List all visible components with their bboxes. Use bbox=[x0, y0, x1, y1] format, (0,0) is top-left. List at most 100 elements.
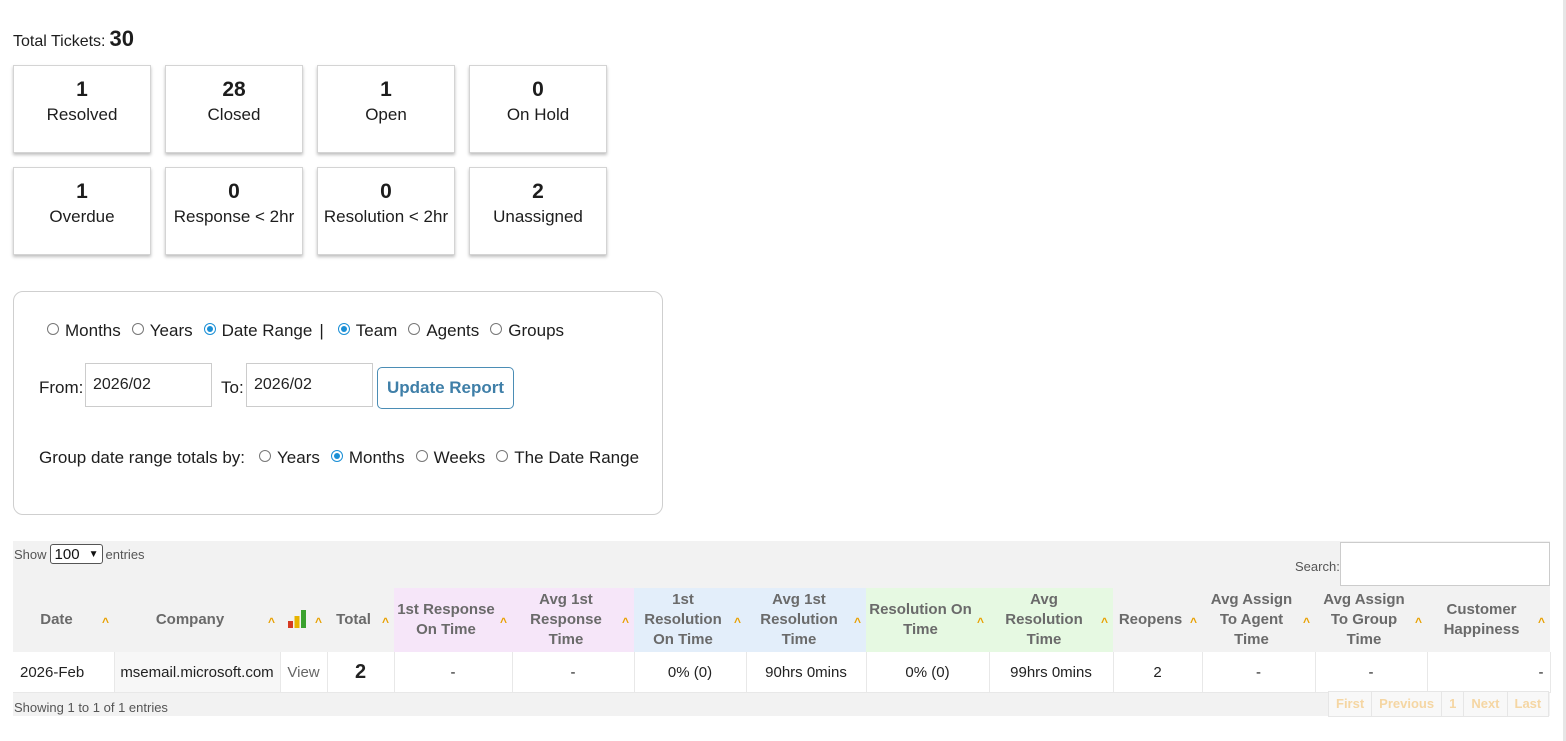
entries-select[interactable]: 100 ▼ bbox=[49, 544, 103, 564]
cell-total: 2 bbox=[327, 652, 395, 693]
cell-resolution-on-time: 0% (0) bbox=[866, 652, 990, 693]
period-option-date-range[interactable]: Date Range bbox=[203, 321, 312, 341]
sort-arrow-icon[interactable]: ^ bbox=[854, 612, 861, 632]
stat-card-response-under-2hr[interactable]: 0 Response < 2hr bbox=[165, 167, 303, 255]
separator: | bbox=[319, 321, 324, 340]
cell-avg-assign-to-agent-time: - bbox=[1202, 652, 1316, 693]
stat-label: Response < 2hr bbox=[173, 207, 295, 226]
sort-arrow-icon[interactable]: ^ bbox=[1415, 612, 1422, 632]
pagination-next[interactable]: Next bbox=[1464, 692, 1508, 716]
column-header-avg-assign-to-group-time[interactable]: Avg Assign To Group Time ^ bbox=[1315, 588, 1427, 652]
entries-label: entries bbox=[105, 546, 145, 562]
stat-value: 0 bbox=[380, 180, 392, 203]
cell-1st-resolution-on-time: 0% (0) bbox=[634, 652, 747, 693]
radio-icon[interactable] bbox=[408, 323, 421, 335]
group-option-weeks[interactable]: Weeks bbox=[415, 448, 485, 468]
sort-arrow-icon[interactable]: ^ bbox=[500, 612, 507, 632]
stat-card-open[interactable]: 1 Open bbox=[317, 65, 455, 153]
stat-card-resolved[interactable]: 1 Resolved bbox=[13, 65, 151, 153]
entries-length-control: Show 100 ▼ entries bbox=[14, 544, 145, 564]
from-label: From: bbox=[39, 378, 84, 397]
radio-checked-icon[interactable] bbox=[203, 323, 216, 335]
radio-checked-icon[interactable] bbox=[337, 323, 350, 335]
radio-icon[interactable] bbox=[415, 450, 428, 462]
sort-arrow-icon[interactable]: ^ bbox=[734, 612, 741, 632]
scope-option-groups[interactable]: Groups bbox=[490, 321, 564, 341]
sort-arrow-icon[interactable]: ^ bbox=[977, 612, 984, 632]
scope-option-team[interactable]: Team bbox=[337, 321, 397, 341]
column-header-reopens[interactable]: Reopens ^ bbox=[1113, 588, 1202, 652]
cell-avg-1st-resolution-time: 90hrs 0mins bbox=[746, 652, 867, 693]
sort-arrow-icon[interactable]: ^ bbox=[1190, 612, 1197, 632]
radio-icon[interactable] bbox=[259, 450, 272, 462]
from-date-input[interactable]: 2026/02 bbox=[85, 363, 212, 407]
radio-icon[interactable] bbox=[496, 450, 509, 462]
stat-label: Resolved bbox=[46, 105, 118, 124]
show-label: Show bbox=[14, 546, 47, 562]
column-header-avg-assign-to-agent-time[interactable]: Avg Assign To Agent Time ^ bbox=[1202, 588, 1315, 652]
group-by-row: Group date range totals by: Years Months… bbox=[39, 448, 650, 468]
total-tickets-label: Total Tickets: bbox=[13, 33, 106, 50]
radio-icon[interactable] bbox=[490, 323, 503, 335]
cell-avg-resolution-time: 99hrs 0mins bbox=[989, 652, 1114, 693]
group-option-months[interactable]: Months bbox=[330, 448, 405, 468]
group-option-date-range[interactable]: The Date Range bbox=[496, 448, 639, 468]
radio-icon[interactable] bbox=[47, 323, 59, 335]
scope-option-agents[interactable]: Agents bbox=[408, 321, 479, 341]
column-header-avg-1st-response-time[interactable]: Avg 1st Response Time ^ bbox=[512, 588, 634, 652]
radio-icon[interactable] bbox=[131, 323, 144, 335]
group-option-years[interactable]: Years bbox=[259, 448, 320, 468]
cell-date: 2026-Feb bbox=[13, 652, 115, 693]
stat-card-on-hold[interactable]: 0 On Hold bbox=[469, 65, 607, 153]
table-info: Showing 1 to 1 of 1 entries bbox=[14, 700, 168, 715]
column-header-company[interactable]: Company ^ bbox=[114, 588, 280, 652]
pagination-last[interactable]: Last bbox=[1508, 692, 1549, 716]
pagination-page-1[interactable]: 1 bbox=[1442, 692, 1465, 716]
total-tickets: Total Tickets: 30 bbox=[13, 26, 134, 52]
period-option-months[interactable]: Months bbox=[47, 321, 121, 341]
stat-card-resolution-under-2hr[interactable]: 0 Resolution < 2hr bbox=[317, 167, 455, 255]
column-header-total[interactable]: Total ^ bbox=[327, 588, 394, 652]
column-header-avg-resolution-time[interactable]: Avg Resolution Time ^ bbox=[989, 588, 1113, 652]
chevron-down-icon: ▼ bbox=[88, 548, 99, 560]
stat-card-overdue[interactable]: 1 Overdue bbox=[13, 167, 151, 255]
sort-arrow-icon[interactable]: ^ bbox=[622, 612, 629, 632]
sort-arrow-icon[interactable]: ^ bbox=[1101, 612, 1108, 632]
column-header-customer-happiness[interactable]: Customer Happiness ^ bbox=[1427, 588, 1550, 652]
column-header-avg-1st-resolution-time[interactable]: Avg 1st Resolution Time ^ bbox=[746, 588, 866, 652]
stat-value: 0 bbox=[228, 180, 240, 203]
radio-checked-icon[interactable] bbox=[330, 450, 343, 462]
view-chart-link[interactable]: View bbox=[280, 652, 328, 693]
cell-reopens: 2 bbox=[1113, 652, 1203, 693]
stat-value: 28 bbox=[222, 78, 246, 101]
report-filter-panel: Months Years Date Range | Team Agents Gr… bbox=[13, 291, 663, 515]
period-option-years[interactable]: Years bbox=[131, 321, 193, 341]
column-header-resolution-on-time[interactable]: Resolution On Time ^ bbox=[866, 588, 989, 652]
search-label: Search: bbox=[1295, 559, 1340, 574]
stat-label: Closed bbox=[207, 105, 261, 124]
column-header-1st-resolution-on-time[interactable]: 1st Resolution On Time ^ bbox=[634, 588, 746, 652]
sort-arrow-icon[interactable]: ^ bbox=[1538, 612, 1545, 632]
update-report-button[interactable]: Update Report bbox=[377, 367, 514, 409]
group-by-label: Group date range totals by: bbox=[39, 448, 246, 467]
cell-avg-assign-to-group-time: - bbox=[1315, 652, 1428, 693]
stat-value: 1 bbox=[76, 180, 88, 203]
sort-arrow-icon[interactable]: ^ bbox=[1303, 612, 1310, 632]
to-date-input[interactable]: 2026/02 bbox=[246, 363, 373, 407]
cell-avg-1st-response-time: - bbox=[512, 652, 635, 693]
sort-arrow-icon[interactable]: ^ bbox=[102, 612, 109, 632]
stat-value: 1 bbox=[380, 78, 392, 101]
column-header-chart[interactable]: ^ bbox=[280, 588, 327, 652]
search-input[interactable] bbox=[1340, 542, 1550, 586]
pagination-first[interactable]: First bbox=[1329, 692, 1373, 716]
report-table: Date ^ Company ^ ^ Total ^ 1st Response On … bbox=[13, 588, 1551, 693]
column-header-date[interactable]: Date ^ bbox=[13, 588, 114, 652]
pagination-previous[interactable]: Previous bbox=[1372, 692, 1443, 716]
stat-card-closed[interactable]: 28 Closed bbox=[165, 65, 303, 153]
sort-arrow-icon[interactable]: ^ bbox=[268, 612, 275, 632]
stat-card-unassigned[interactable]: 2 Unassigned bbox=[469, 167, 607, 255]
to-label: To: bbox=[221, 378, 244, 397]
column-header-1st-response-on-time[interactable]: 1st Response On Time ^ bbox=[394, 588, 512, 652]
sort-arrow-icon[interactable]: ^ bbox=[315, 612, 322, 632]
sort-arrow-icon[interactable]: ^ bbox=[382, 612, 389, 632]
